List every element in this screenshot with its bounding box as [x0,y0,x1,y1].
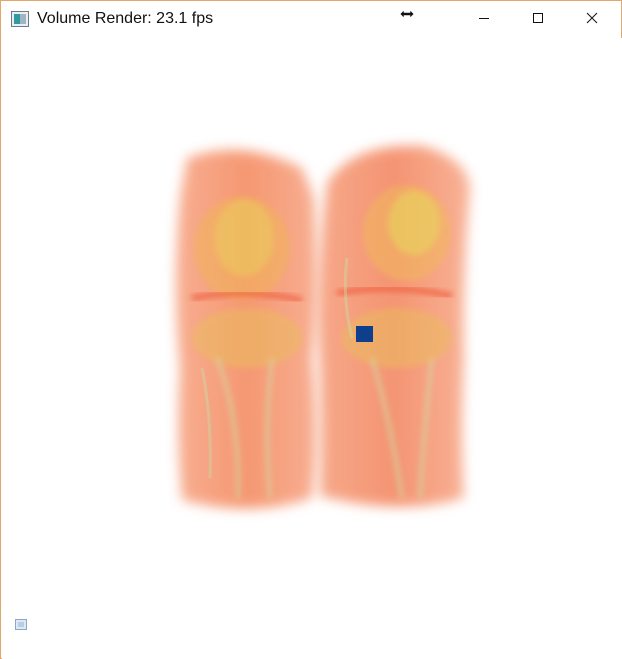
right-knee [318,145,470,507]
minimize-icon [478,11,490,29]
selection-marker[interactable] [356,326,373,342]
window-title: Volume Render: 23.1 fps [37,10,214,27]
orientation-widget[interactable] [15,619,27,630]
left-knee [176,150,317,509]
app-window: Volume Render: 23.1 fps [0,0,622,659]
close-button[interactable] [569,1,615,38]
maximize-icon [532,11,544,29]
title-bar[interactable]: Volume Render: 23.1 fps [1,1,621,38]
maximize-button[interactable] [515,1,561,38]
app-icon [11,11,29,27]
resize-cursor-icon [399,7,415,19]
minimize-button[interactable] [461,1,507,38]
render-viewport[interactable] [2,38,622,659]
knee-volume-render [176,145,470,509]
close-icon [586,11,598,29]
